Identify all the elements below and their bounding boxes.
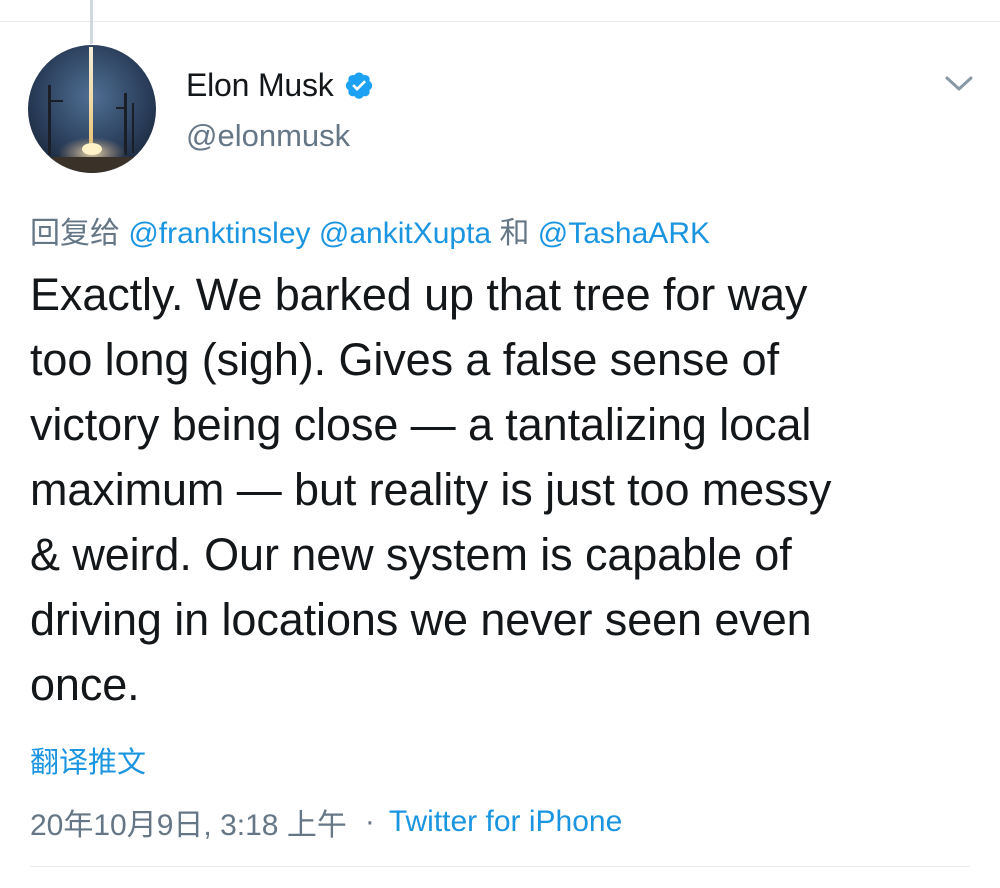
verified-badge-icon xyxy=(344,70,374,100)
author-handle[interactable]: @elonmusk xyxy=(186,118,374,154)
mention-link-ankitxupta[interactable]: @ankitXupta xyxy=(319,217,491,250)
avatar[interactable] xyxy=(28,45,156,173)
author-block[interactable]: Elon Musk @elonmusk xyxy=(186,62,374,154)
chevron-down-icon[interactable] xyxy=(943,72,975,94)
tweet-text: Exactly. We barked up that tree for way … xyxy=(30,269,832,710)
name-row: Elon Musk xyxy=(186,62,374,108)
meta-separator: · xyxy=(364,805,375,838)
author-display-name[interactable]: Elon Musk xyxy=(186,67,334,104)
replying-to-conjunction: 和 xyxy=(499,217,530,250)
tweet-timestamp[interactable]: 20年10月9日, 3:18 上午 xyxy=(30,800,347,844)
avatar-rocket-launch-image xyxy=(28,45,156,173)
mention-link-tashaark[interactable]: @TashaARK xyxy=(538,217,710,250)
tweet-detail-view: Elon Musk @elonmusk 回复给 @franktinsley @a… xyxy=(0,0,1000,888)
translate-tweet-link[interactable]: 翻译推文 xyxy=(30,739,146,781)
tweet-meta: 20年10月9日, 3:18 上午 · Twitter for iPhone xyxy=(30,800,622,844)
top-divider xyxy=(0,21,1000,22)
tweet-source-link[interactable]: Twitter for iPhone xyxy=(389,805,622,839)
bottom-divider xyxy=(30,866,970,867)
replying-to-line: 回复给 @franktinsley @ankitXupta 和 @TashaAR… xyxy=(30,208,710,252)
replying-to-prefix: 回复给 xyxy=(30,217,120,250)
mention-link-franktinsley[interactable]: @franktinsley xyxy=(128,217,310,250)
thread-connector-line xyxy=(90,0,93,44)
